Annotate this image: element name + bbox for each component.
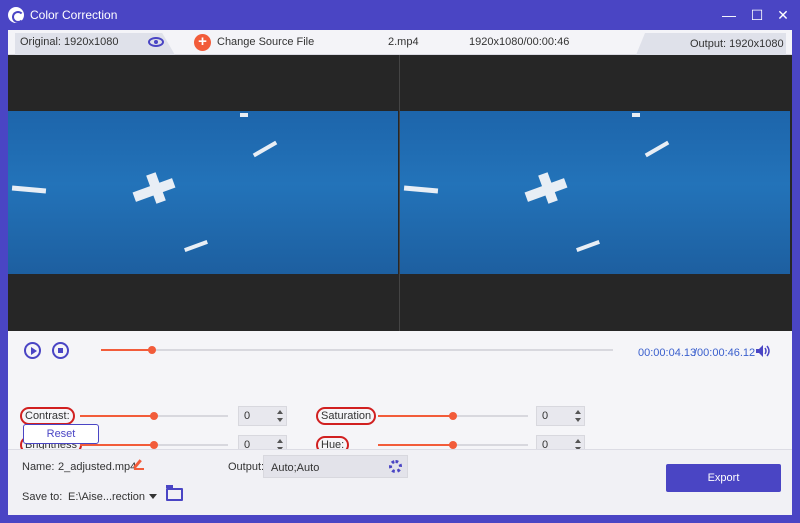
contrast-slider[interactable] — [80, 412, 228, 420]
chevron-down-icon[interactable] — [575, 418, 581, 422]
contrast-value: 0 — [244, 410, 251, 422]
window-title: Color Correction — [30, 8, 118, 22]
file-name: 2.mp4 — [388, 36, 419, 48]
change-source-button[interactable]: Change Source File — [217, 36, 314, 48]
output-format-label: Output: — [228, 461, 265, 473]
stop-button[interactable] — [52, 342, 69, 359]
contrast-fill — [80, 415, 154, 417]
chevron-down-icon[interactable] — [149, 494, 157, 499]
bird-shape — [252, 140, 278, 158]
pencil-icon[interactable] — [134, 460, 144, 470]
bird-shape — [184, 240, 208, 252]
contrast-handle[interactable] — [150, 412, 158, 420]
volume-icon[interactable] — [756, 345, 770, 357]
brightness-fill — [80, 444, 154, 446]
bird-shape — [632, 113, 640, 117]
current-time: 00:00:04.13 — [638, 347, 697, 359]
export-settings: Name: 2_adjusted.mp4 Output: Auto;Auto S… — [8, 449, 792, 515]
hue-fill — [378, 444, 453, 446]
contrast-label: Contrast: — [20, 407, 75, 425]
reset-button[interactable]: Reset — [23, 424, 99, 444]
contrast-stepper[interactable]: 0 — [238, 406, 287, 426]
title-bar: Color Correction — ☐ ✕ — [0, 0, 800, 30]
info-bar: Original: 1920x1080 + Change Source File… — [8, 30, 792, 55]
saturation-handle[interactable] — [449, 412, 457, 420]
saturation-value: 0 — [542, 410, 549, 422]
gear-icon[interactable] — [389, 460, 402, 473]
output-video-frame — [400, 111, 790, 274]
video-preview — [8, 55, 792, 331]
add-icon[interactable]: + — [194, 34, 211, 51]
chevron-up-icon[interactable] — [575, 410, 581, 414]
eye-icon[interactable] — [148, 37, 164, 47]
app-logo-icon — [8, 7, 24, 23]
timeline-handle[interactable] — [148, 346, 156, 354]
maximize-icon[interactable]: ☐ — [746, 4, 768, 26]
total-time: /00:00:46.12 — [694, 347, 756, 359]
saturation-label: Saturation — [316, 407, 377, 425]
minimize-icon[interactable]: — — [718, 4, 740, 26]
original-resolution: Original: 1920x1080 — [20, 36, 119, 48]
folder-icon[interactable] — [166, 485, 183, 501]
chevron-up-icon[interactable] — [575, 439, 581, 443]
chevron-up-icon[interactable] — [277, 410, 283, 414]
hue-slider[interactable] — [378, 441, 528, 449]
play-icon — [31, 347, 37, 355]
name-label: Name: — [22, 461, 55, 473]
output-file-name: 2_adjusted.mp4 — [58, 461, 137, 473]
timeline-slider[interactable] — [101, 346, 613, 354]
play-button[interactable] — [24, 342, 41, 359]
saturation-slider[interactable] — [378, 412, 528, 420]
output-format-field[interactable]: Auto;Auto — [263, 455, 408, 478]
bird-shape — [240, 113, 248, 117]
export-button[interactable]: Export — [666, 464, 781, 492]
output-format-value: Auto;Auto — [271, 462, 320, 474]
bird-shape — [403, 185, 439, 194]
close-icon[interactable]: ✕ — [772, 4, 794, 26]
file-info: 1920x1080/00:00:46 — [469, 36, 570, 48]
save-to-label: Save to: — [22, 491, 63, 503]
output-resolution: Output: 1920x1080 — [690, 38, 784, 50]
bird-shape — [644, 140, 670, 158]
save-path: E:\Aise...rection — [68, 491, 146, 503]
controls-panel: 00:00:04.13 /00:00:46.12 Contrast: 0 Bri… — [8, 331, 792, 455]
saturation-fill — [378, 415, 453, 417]
bird-shape — [576, 240, 600, 252]
bird-shape — [11, 185, 47, 194]
original-video-frame — [8, 111, 398, 274]
stop-icon — [58, 348, 63, 353]
chevron-up-icon[interactable] — [277, 439, 283, 443]
brightness-slider[interactable] — [80, 441, 228, 449]
timeline-fill — [101, 349, 152, 351]
saturation-stepper[interactable]: 0 — [536, 406, 585, 426]
hue-handle[interactable] — [449, 441, 457, 449]
color-correction-window: Original: 1920x1080 + Change Source File… — [8, 30, 792, 515]
brightness-handle[interactable] — [150, 441, 158, 449]
chevron-down-icon[interactable] — [277, 418, 283, 422]
